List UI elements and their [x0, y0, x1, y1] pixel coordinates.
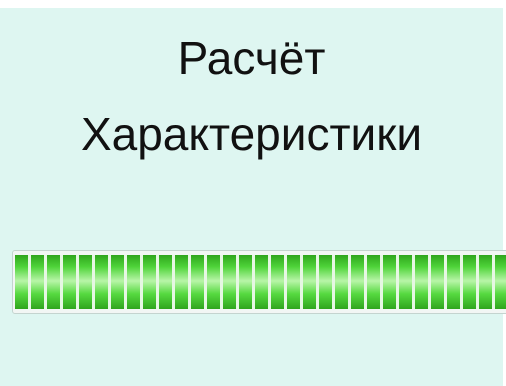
status-panel: Расчёт Характеристики — [0, 8, 503, 386]
status-title-line-2: Характеристики — [80, 108, 423, 160]
progress-bar-fill — [15, 255, 506, 309]
progress-bar — [12, 250, 506, 314]
calculation-screen: Расчёт Характеристики — [0, 0, 506, 386]
status-title-line-1: Расчёт — [177, 32, 326, 84]
